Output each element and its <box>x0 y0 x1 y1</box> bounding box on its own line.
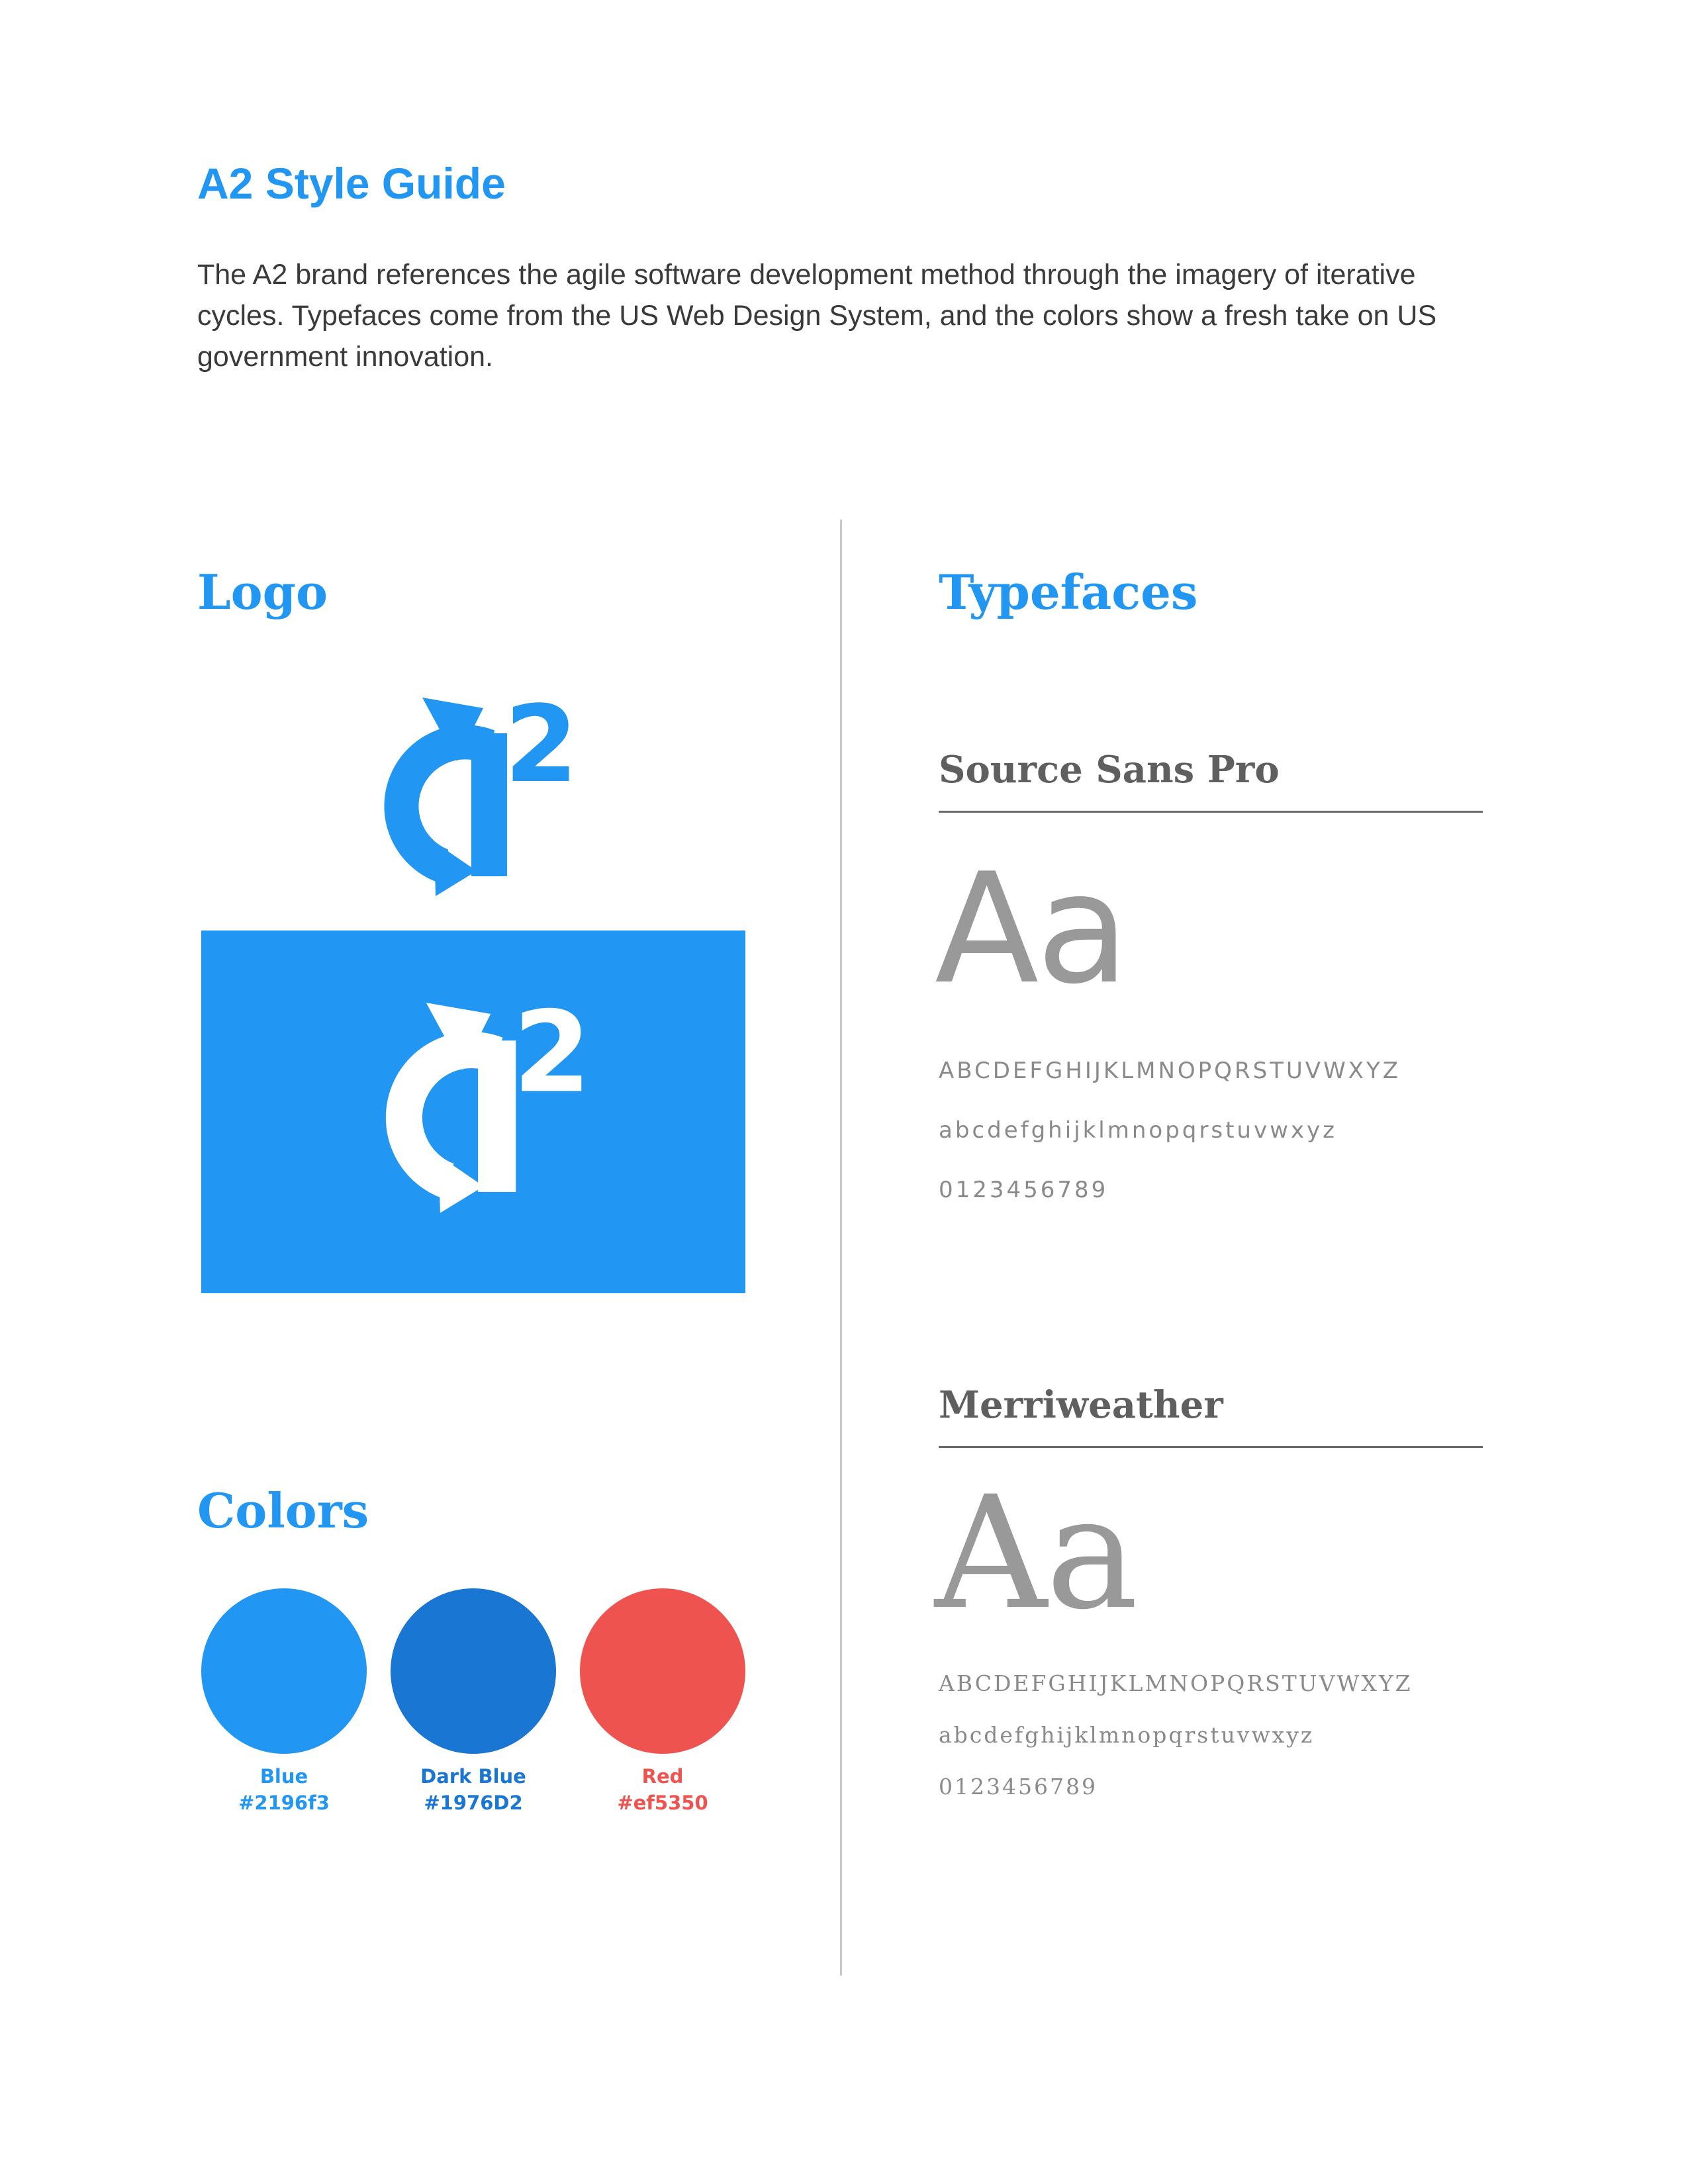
a2-logo-icon: 2 <box>384 688 578 896</box>
typeface-rule <box>939 811 1483 813</box>
a2-logo-white-icon: 2 <box>385 993 591 1213</box>
typeface-sample-merriweather: Aa <box>935 1463 1139 1644</box>
typeface-name-source-sans: Source Sans Pro <box>939 748 1280 792</box>
typeface-sample-source-sans: Aa <box>935 841 1129 1018</box>
swatch-label-red: Red #ef5350 <box>563 1763 762 1816</box>
glyphs-uppercase: ABCDEFGHIJKLMNOPQRSTUVWXYZ <box>939 1058 1401 1084</box>
swatch-hex: #2196f3 <box>238 1792 330 1814</box>
glyphs-digits: 0123456789 <box>939 1774 1098 1799</box>
swatch-blue <box>201 1588 367 1754</box>
glyphs-lowercase: abcdefghijklmnopqrstuvwxyz <box>939 1117 1337 1144</box>
colors-section-title: Colors <box>197 1482 369 1539</box>
swatch-hex: #1976D2 <box>424 1792 523 1814</box>
swatch-name: Blue <box>259 1765 308 1788</box>
glyphs-uppercase: ABCDEFGHIJKLMNOPQRSTUVWXYZ <box>939 1670 1413 1696</box>
typeface-rule <box>939 1446 1483 1448</box>
swatch-label-dark-blue: Dark Blue #1976D2 <box>374 1763 573 1816</box>
swatch-red <box>580 1588 745 1754</box>
page-title: A2 Style Guide <box>197 159 506 208</box>
swatch-name: Red <box>641 1765 684 1788</box>
typefaces-section-title: Typefaces <box>939 564 1198 620</box>
glyphs-digits: 0123456789 <box>939 1177 1109 1203</box>
svg-text:2: 2 <box>504 688 578 806</box>
logo-section-title: Logo <box>197 564 328 620</box>
typeface-name-merriweather: Merriweather <box>939 1383 1223 1427</box>
swatch-label-blue: Blue #2196f3 <box>185 1763 383 1816</box>
svg-text:2: 2 <box>513 993 591 1118</box>
swatch-hex: #ef5350 <box>617 1792 708 1814</box>
column-divider <box>840 520 842 1976</box>
swatch-dark-blue <box>391 1588 556 1754</box>
glyphs-lowercase: abcdefghijklmnopqrstuvwxyz <box>939 1722 1315 1748</box>
intro-paragraph: The A2 brand references the agile softwa… <box>197 259 1437 373</box>
swatch-name: Dark Blue <box>420 1765 526 1788</box>
